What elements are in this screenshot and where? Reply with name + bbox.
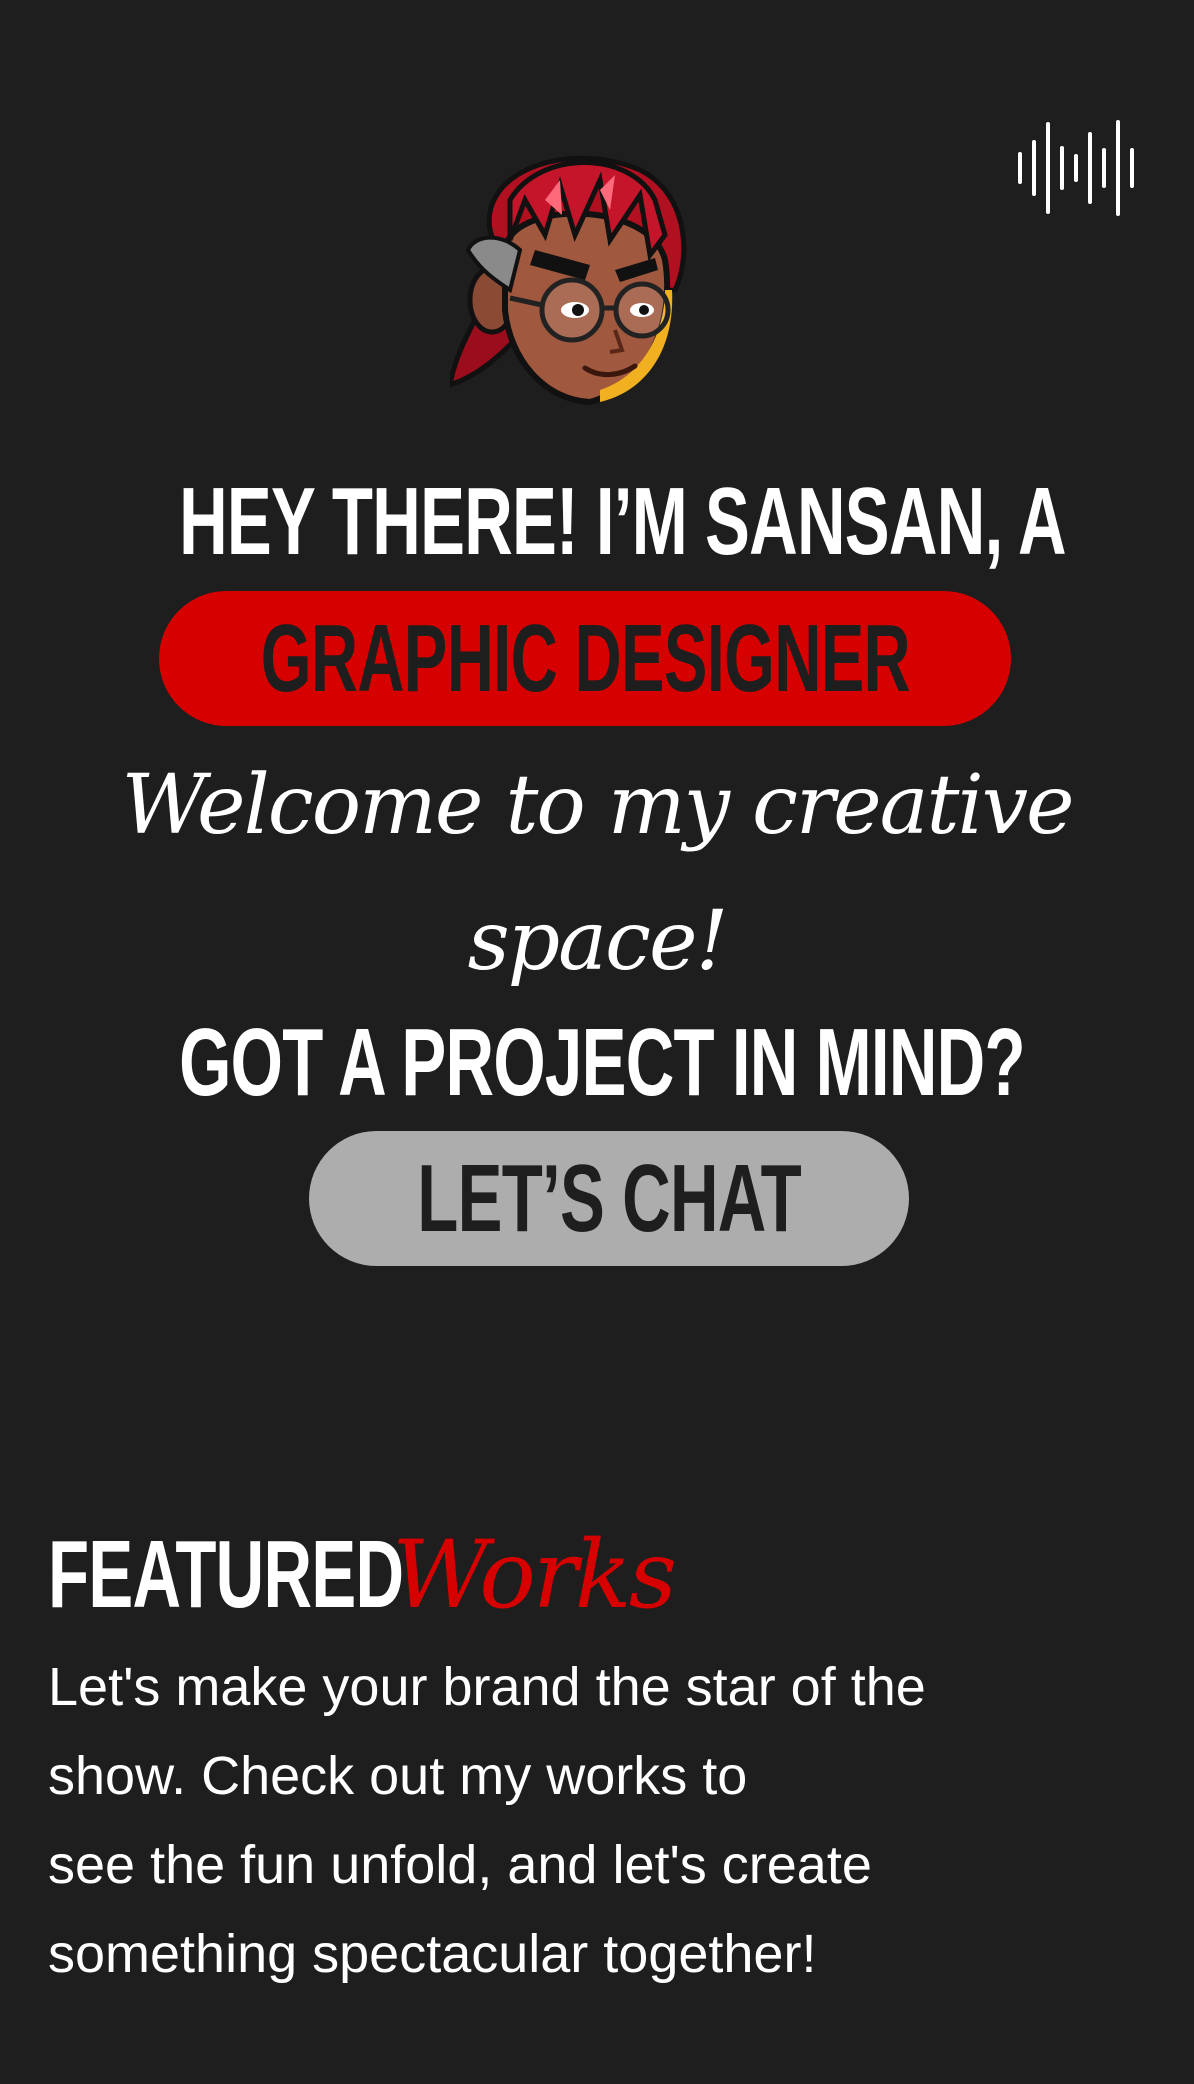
welcome-tagline: Welcome to my creative space! (121, 758, 1074, 989)
description-line: show. Check out my works to (48, 1746, 748, 1806)
description-line: something spectacular together! (48, 1924, 817, 1984)
soundwave-icon[interactable] (1016, 120, 1142, 216)
description-line: see the fun unfold, and let's create (48, 1835, 872, 1895)
featured-works-heading: FEATURED Works (48, 1521, 677, 1635)
featured-description: Let's make your brand the star of the sh… (48, 1643, 1108, 1999)
page: HEY THERE! I’M SANSAN, A GRAPHIC DESIGNE… (0, 0, 1194, 2084)
role-label: GRAPHIC DESIGNER (260, 604, 910, 712)
role-badge: GRAPHIC DESIGNER (159, 591, 1011, 726)
featured-heading-italic: Works (392, 1521, 677, 1630)
project-prompt: GOT A PROJECT IN MIND? (179, 1009, 1025, 1116)
featured-heading-bold: FEATURED (48, 1521, 404, 1628)
lets-chat-label: LET’S CHAT (417, 1144, 801, 1252)
description-line: Let's make your brand the star of the (48, 1657, 926, 1717)
avatar (450, 155, 687, 406)
lets-chat-button[interactable]: LET’S CHAT (309, 1131, 909, 1266)
hero-intro-line: HEY THERE! I’M SANSAN, A (179, 468, 1066, 575)
